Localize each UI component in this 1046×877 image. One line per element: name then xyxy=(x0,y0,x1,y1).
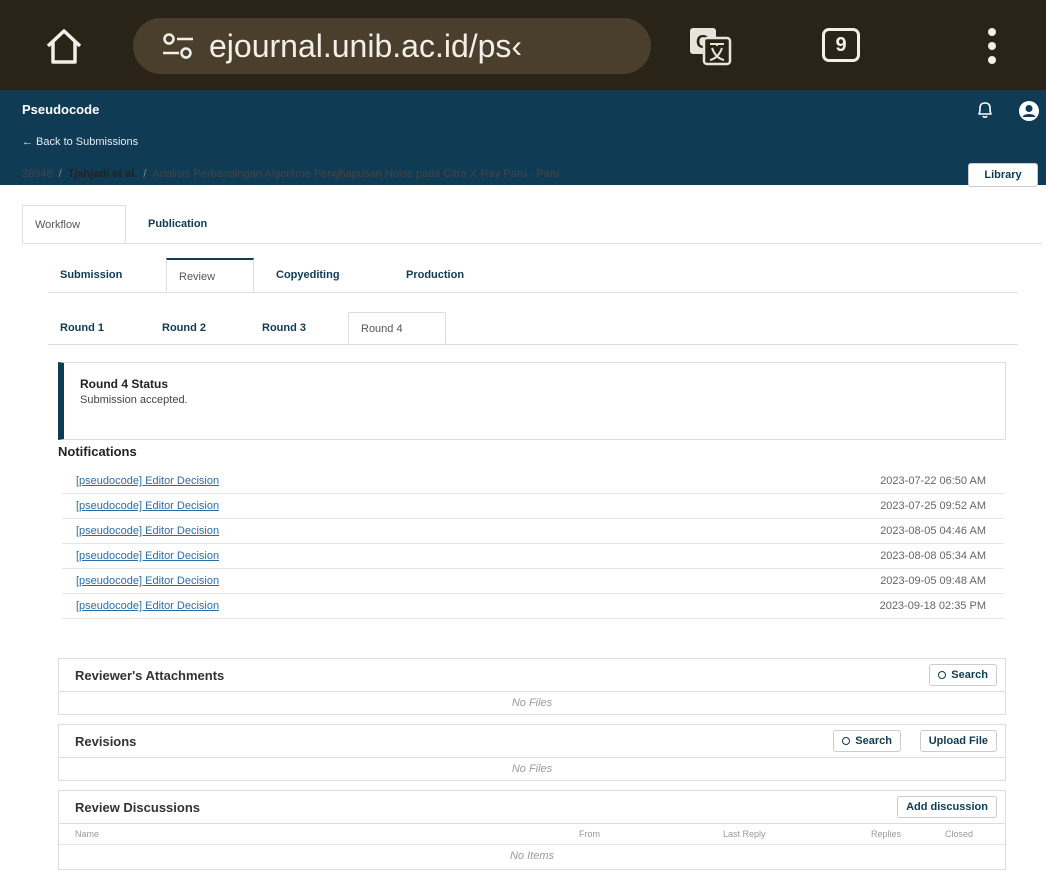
empty-state: No Items xyxy=(509,850,554,862)
reviewer-attachments-title: Reviewer's Attachments xyxy=(75,668,225,683)
round-status-notice: Round 4 Status Submission accepted. xyxy=(58,362,1006,440)
notification-link[interactable]: [pseudocode] Editor Decision xyxy=(76,494,219,519)
stage-tabs: Submission Review Copyediting Production xyxy=(48,258,1018,293)
revisions-search-button[interactable]: Search xyxy=(833,730,901,752)
submission-id: 28948 xyxy=(22,168,53,180)
notification-link[interactable]: [pseudocode] Editor Decision xyxy=(76,469,219,494)
back-to-submissions-link[interactable]: ← Back to Submissions xyxy=(22,136,138,148)
breadcrumb: 28948 / Tjahjadi et al. / Analisis Perbandin… xyxy=(22,168,560,180)
breadcrumb-separator: / xyxy=(58,168,62,180)
notification-link[interactable]: [pseudocode] Editor Decision xyxy=(76,519,219,544)
tab-submission[interactable]: Submission xyxy=(48,258,134,292)
tab-round-3[interactable]: Round 3 xyxy=(250,312,318,344)
attachments-search-button[interactable]: Search xyxy=(929,664,997,686)
address-bar[interactable]: ejournal.unib.ac.id/ps‹ xyxy=(133,18,651,74)
column-header-from[interactable]: From xyxy=(579,824,600,844)
notification-item: [pseudocode] Editor Decision 2023-07-25 … xyxy=(62,494,1004,519)
review-discussions-title: Review Discussions xyxy=(75,800,200,815)
empty-state: No Files xyxy=(511,697,553,709)
review-discussions-panel: Review Discussions Add discussion Name F… xyxy=(58,790,1006,870)
notification-link[interactable]: [pseudocode] Editor Decision xyxy=(76,544,219,569)
column-header-closed[interactable]: Closed xyxy=(945,824,973,844)
tab-round-4[interactable]: Round 4 xyxy=(348,312,446,344)
panel-header: Reviewer's Attachments Search xyxy=(59,659,1005,692)
revisions-title: Revisions xyxy=(75,734,137,749)
main-tabs: Workflow Publication xyxy=(22,205,1042,244)
notification-item: [pseudocode] Editor Decision 2023-09-05 … xyxy=(62,569,1004,594)
home-icon[interactable] xyxy=(42,24,86,68)
notification-link[interactable]: [pseudocode] Editor Decision xyxy=(76,569,219,594)
notification-date: 2023-09-05 09:48 AM xyxy=(880,575,986,587)
notification-date: 2023-08-08 05:34 AM xyxy=(880,550,986,562)
search-label: Search xyxy=(855,735,892,747)
site-settings-icon[interactable] xyxy=(161,31,195,61)
notifications-list: [pseudocode] Editor Decision 2023-07-22 … xyxy=(62,469,1004,619)
tab-switcher-icon[interactable]: 9 xyxy=(822,28,860,62)
browser-toolbar: ejournal.unib.ac.id/ps‹ G 9 xyxy=(0,0,1046,90)
notification-item: [pseudocode] Editor Decision 2023-07-22 … xyxy=(62,469,1004,494)
column-header-name[interactable]: Name xyxy=(75,824,99,844)
notification-date: 2023-09-18 02:35 PM xyxy=(879,600,986,612)
tab-production[interactable]: Production xyxy=(394,258,476,292)
notification-date: 2023-08-05 04:46 AM xyxy=(880,525,986,537)
user-account-icon[interactable] xyxy=(1018,100,1040,122)
submission-authors: Tjahjadi et al. xyxy=(67,168,138,180)
tab-review[interactable]: Review xyxy=(166,258,254,292)
tab-copyediting[interactable]: Copyediting xyxy=(264,258,352,292)
tab-round-2[interactable]: Round 2 xyxy=(150,312,218,344)
notification-item: [pseudocode] Editor Decision 2023-09-18 … xyxy=(62,594,1004,619)
tab-workflow[interactable]: Workflow xyxy=(22,205,126,243)
journal-name[interactable]: Pseudocode xyxy=(22,102,99,117)
column-header-last-reply[interactable]: Last Reply xyxy=(723,824,766,844)
notification-date: 2023-07-22 06:50 AM xyxy=(880,475,986,487)
panel-header: Revisions Search Upload File xyxy=(59,725,1005,758)
panel-header: Review Discussions Add discussion xyxy=(59,791,1005,824)
revisions-panel: Revisions Search Upload File No Files xyxy=(58,724,1006,781)
notification-date: 2023-07-25 09:52 AM xyxy=(880,500,986,512)
search-label: Search xyxy=(951,669,988,681)
empty-state: No Files xyxy=(511,763,553,775)
tab-publication[interactable]: Publication xyxy=(136,205,219,243)
search-icon xyxy=(938,671,947,679)
notifications-heading: Notifications xyxy=(58,444,137,459)
add-discussion-button[interactable]: Add discussion xyxy=(897,796,997,818)
round-status-text: Submission accepted. xyxy=(80,394,188,406)
search-icon xyxy=(842,737,851,745)
translate-icon[interactable]: G xyxy=(688,26,732,66)
bell-icon[interactable] xyxy=(976,100,994,120)
submission-title: Analisis Perbandingan Algoritme Penghapu… xyxy=(152,168,560,180)
column-header-replies[interactable]: Replies xyxy=(871,824,901,844)
notification-link[interactable]: [pseudocode] Editor Decision xyxy=(76,594,219,619)
tab-round-1[interactable]: Round 1 xyxy=(48,312,116,344)
kebab-menu-icon[interactable] xyxy=(984,24,1000,68)
round-status-title: Round 4 Status xyxy=(80,377,169,391)
url-text: ejournal.unib.ac.id/ps‹ xyxy=(209,27,523,64)
notification-item: [pseudocode] Editor Decision 2023-08-05 … xyxy=(62,519,1004,544)
reviewer-attachments-panel: Reviewer's Attachments Search No Files xyxy=(58,658,1006,715)
upload-file-button[interactable]: Upload File xyxy=(919,730,997,752)
notification-item: [pseudocode] Editor Decision 2023-08-08 … xyxy=(62,544,1004,569)
round-tabs: Round 1 Round 2 Round 3 Round 4 xyxy=(48,312,1018,345)
discussions-table-header: Name From Last Reply Replies Closed xyxy=(59,824,1005,845)
breadcrumb-separator: / xyxy=(143,168,147,180)
library-button[interactable]: Library xyxy=(968,163,1038,187)
